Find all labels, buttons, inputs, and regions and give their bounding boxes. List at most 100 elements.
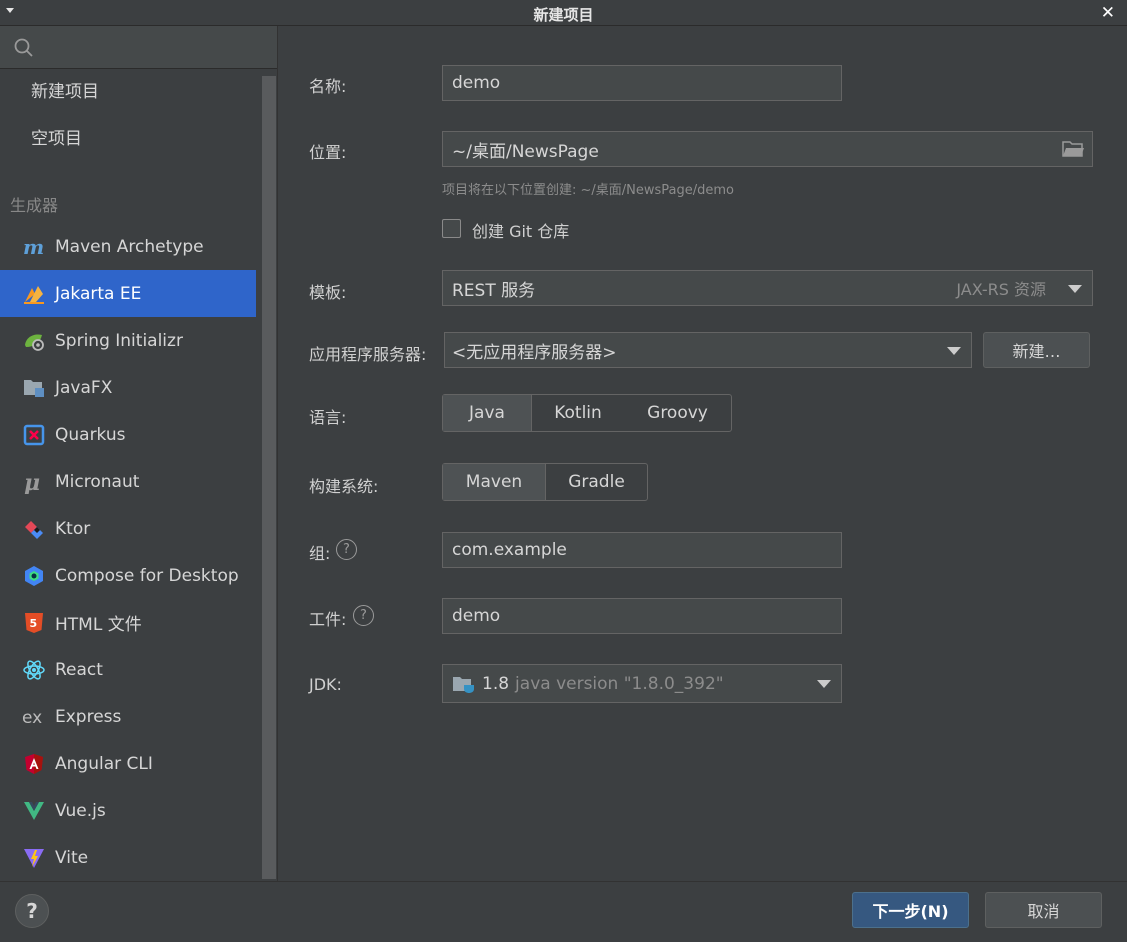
jdk-label: JDK:: [309, 675, 342, 694]
language-label: 语言:: [309, 408, 347, 427]
sidebar-item-maven-archetype[interactable]: m Maven Archetype: [0, 223, 256, 270]
sidebar-item-micronaut[interactable]: μ Micronaut: [0, 458, 256, 505]
close-icon[interactable]: ✕: [1101, 3, 1115, 23]
sidebar-item-compose-for-desktop[interactable]: Compose for Desktop: [0, 552, 256, 599]
language-option-kotlin[interactable]: Kotlin: [532, 395, 624, 431]
express-icon: ex: [22, 705, 46, 729]
template-value: REST 服务: [452, 280, 536, 301]
folder-icon[interactable]: [1062, 140, 1084, 163]
svg-text:5: 5: [30, 617, 38, 630]
svg-text:ex: ex: [22, 708, 42, 728]
location-label: 位置:: [309, 143, 347, 162]
sidebar-item-jakarta-ee[interactable]: Jakarta EE: [0, 270, 256, 317]
next-button[interactable]: 下一步(N): [852, 892, 969, 928]
sidebar-item-spring-initializr[interactable]: Spring Initializr: [0, 317, 256, 364]
language-option-java[interactable]: Java: [443, 395, 532, 431]
svg-text:μ: μ: [24, 470, 40, 494]
sidebar-item-html-file[interactable]: 5 HTML 文件: [0, 599, 256, 646]
build-option-gradle[interactable]: Gradle: [546, 464, 647, 500]
language-segmented-control: Java Kotlin Groovy: [442, 394, 732, 432]
group-help-icon[interactable]: ?: [336, 539, 357, 560]
sidebar-item-label: 空项目: [31, 129, 82, 149]
sidebar-scrollbar[interactable]: [262, 76, 276, 879]
title-bar: 新建项目 ✕: [0, 0, 1127, 26]
sidebar-item-express[interactable]: ex Express: [0, 693, 256, 740]
artifact-help-icon[interactable]: ?: [353, 605, 374, 626]
react-icon: [22, 658, 46, 682]
jdk-version: 1.8: [482, 673, 510, 694]
vite-icon: [22, 846, 46, 870]
sidebar-item-label: HTML 文件: [55, 615, 142, 635]
sidebar-item-label: Jakarta EE: [55, 283, 142, 304]
search-input[interactable]: [0, 26, 277, 69]
build-system-segmented-control: Maven Gradle: [442, 463, 648, 501]
sidebar-item-vuejs[interactable]: Vue.js: [0, 787, 256, 834]
sidebar-item-javafx[interactable]: JavaFX: [0, 364, 256, 411]
sidebar-item-label: Compose for Desktop: [55, 565, 239, 586]
angular-icon: [22, 752, 46, 776]
build-system-label: 构建系统:: [309, 477, 379, 496]
quarkus-icon: [22, 423, 46, 447]
sidebar-item-label: Vue.js: [55, 800, 106, 821]
sidebar-item-label: Express: [55, 706, 122, 727]
sidebar-item-empty-project[interactable]: 空项目: [0, 113, 256, 160]
window-title: 新建项目: [533, 6, 594, 24]
create-git-repo-label: 创建 Git 仓库: [472, 222, 570, 241]
sidebar-item-angular-cli[interactable]: Angular CLI: [0, 740, 256, 787]
sidebar-item-label: Vite: [55, 847, 89, 868]
name-input[interactable]: demo: [442, 65, 842, 101]
artifact-input[interactable]: demo: [442, 598, 842, 634]
location-value: ~/桌面/NewsPage: [452, 141, 599, 162]
micronaut-icon: μ: [22, 470, 46, 494]
template-label: 模板:: [309, 283, 347, 302]
cancel-button[interactable]: 取消: [985, 892, 1102, 928]
app-server-label: 应用程序服务器:: [309, 345, 427, 364]
ktor-icon: [22, 517, 46, 541]
group-label: 组:: [309, 544, 331, 563]
chevron-down-icon: [947, 347, 961, 355]
group-input[interactable]: com.example: [442, 532, 842, 568]
sidebar-item-label: Spring Initializr: [55, 330, 183, 351]
project-settings-panel: 名称: demo 位置: ~/桌面/NewsPage 项目将在以下位置创建: ~…: [277, 26, 1127, 881]
generators-section-label: 生成器: [10, 196, 59, 215]
sidebar-item-quarkus[interactable]: Quarkus: [0, 411, 256, 458]
language-option-groovy[interactable]: Groovy: [624, 395, 731, 431]
html5-icon: 5: [22, 611, 46, 635]
sidebar-item-react[interactable]: React: [0, 646, 256, 693]
jdk-folder-icon: [452, 674, 476, 694]
javafx-icon: [22, 376, 46, 400]
create-git-repo-checkbox[interactable]: [442, 219, 461, 238]
sidebar-item-ktor[interactable]: Ktor: [0, 505, 256, 552]
sidebar-item-label: Maven Archetype: [55, 236, 204, 257]
maven-icon: m: [22, 235, 46, 259]
artifact-label: 工件:: [309, 610, 347, 629]
app-server-value: <无应用程序服务器>: [452, 342, 617, 363]
search-icon: [14, 38, 33, 57]
help-button[interactable]: ?: [15, 894, 49, 928]
location-hint: 项目将在以下位置创建: ~/桌面/NewsPage/demo: [442, 183, 735, 198]
svg-text:m: m: [23, 235, 44, 259]
chevron-down-icon: [817, 680, 831, 688]
template-dropdown[interactable]: REST 服务 JAX-RS 资源: [442, 270, 1093, 306]
sidebar-item-label: React: [55, 659, 103, 680]
new-server-button[interactable]: 新建…: [983, 332, 1090, 368]
jdk-dropdown[interactable]: 1.8 java version "1.8.0_392": [442, 664, 842, 703]
compose-icon: [22, 564, 46, 588]
jakarta-ee-icon: [22, 282, 46, 306]
sidebar-item-label: Angular CLI: [55, 753, 153, 774]
sidebar-item-new-project[interactable]: 新建项目: [0, 66, 256, 113]
sidebar-item-vite[interactable]: Vite: [0, 834, 256, 881]
chevron-down-icon: [1068, 285, 1082, 293]
sidebar-item-label: Quarkus: [55, 424, 126, 445]
sidebar: 新建项目 空项目 生成器 m Maven Archetype Jakarta E…: [0, 26, 277, 881]
build-option-maven[interactable]: Maven: [443, 464, 546, 500]
location-input[interactable]: ~/桌面/NewsPage: [442, 131, 1093, 167]
name-label: 名称:: [309, 77, 347, 96]
sidebar-item-label: 新建项目: [31, 82, 99, 102]
sidebar-item-label: Micronaut: [55, 471, 140, 492]
dialog-footer: ? 下一步(N) 取消: [0, 881, 1127, 942]
vue-icon: [22, 799, 46, 823]
sidebar-item-label: JavaFX: [55, 377, 113, 398]
jdk-detail: java version "1.8.0_392": [515, 673, 724, 694]
app-server-dropdown[interactable]: <无应用程序服务器>: [444, 332, 972, 368]
